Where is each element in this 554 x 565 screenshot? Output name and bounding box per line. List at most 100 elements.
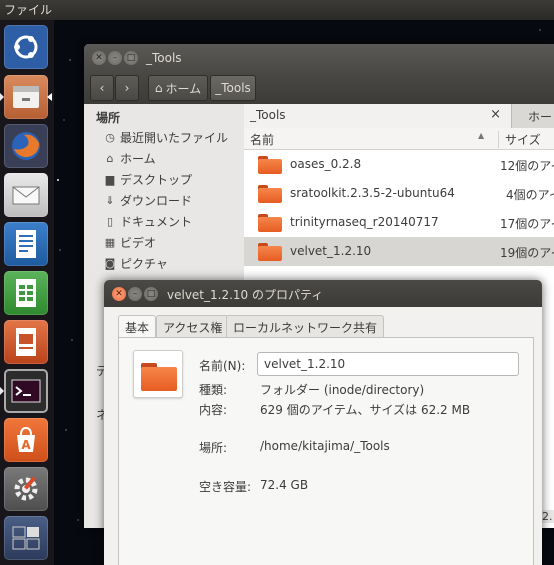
location-label: 場所:: [199, 441, 228, 455]
maximize-icon: □: [146, 288, 156, 299]
file-name: oases_0.2.8: [290, 157, 362, 171]
status-fragment: 2.: [540, 510, 554, 523]
folder-icon: [258, 156, 282, 174]
file-size: 4個のアイ: [506, 188, 554, 202]
firefox-launcher[interactable]: [4, 124, 48, 168]
sidebar-item-downloads[interactable]: ⇓ ダウンロード: [104, 190, 192, 210]
fm-maximize-button[interactable]: □: [124, 51, 138, 65]
terminal-launcher[interactable]: [4, 369, 48, 413]
close-tab-icon[interactable]: ×: [490, 107, 501, 122]
calc-launcher[interactable]: [4, 271, 48, 315]
type-label: 種類:: [199, 383, 228, 397]
app-menu-file[interactable]: ファイル: [4, 3, 52, 17]
software-center-launcher[interactable]: A: [4, 418, 48, 462]
fm-close-button[interactable]: ✕: [92, 51, 106, 65]
folder-icon: [258, 243, 282, 261]
dialog-close-button[interactable]: ✕: [112, 287, 126, 301]
sidebar-item-home[interactable]: ⌂ ホーム: [104, 148, 156, 168]
workspace-switcher-icon: [12, 526, 40, 550]
contents-label: 内容:: [199, 403, 228, 417]
name-label: 名前(N):: [199, 359, 246, 373]
file-manager-titlebar[interactable]: ✕ – □ _Tools: [84, 44, 554, 72]
file-name: velvet_1.2.10: [290, 244, 372, 258]
file-row[interactable]: sratoolkit.2.3.5-2-ubuntu64 4個のアイ: [244, 179, 554, 208]
desktop-icon: ▆: [105, 172, 115, 186]
tab-home[interactable]: ホー: [528, 108, 552, 125]
sidebar-item-label: ダウンロード: [120, 193, 193, 208]
breadcrumb-home[interactable]: ⌂ ホーム: [148, 75, 208, 101]
tab-local-network-share[interactable]: ローカルネットワーク共有: [226, 315, 385, 337]
forward-button[interactable]: ›: [115, 75, 139, 101]
sidebar-item-label: ドキュメント: [120, 214, 193, 229]
dialog-title: velvet_1.2.10 のプロパティ: [167, 288, 324, 302]
close-icon: ✕: [95, 52, 103, 63]
firefox-icon: [12, 132, 40, 160]
folder-icon: [258, 214, 282, 232]
properties-dialog: ✕ – □ velvet_1.2.10 のプロパティ 基本 アクセス権 ローカル…: [104, 280, 542, 565]
document-icon: ▯: [106, 214, 114, 228]
file-manager-toolbar: ‹ › ⌂ ホーム _Tools: [84, 72, 554, 104]
writer-icon: [16, 230, 36, 258]
svg-text:A: A: [21, 438, 31, 452]
tab-basic[interactable]: 基本: [118, 315, 157, 338]
tab-permissions[interactable]: アクセス権: [156, 315, 230, 337]
sidebar-item-label: ピクチャ: [120, 256, 168, 271]
column-name-header[interactable]: 名前: [250, 131, 274, 148]
folder-icon[interactable]: [133, 350, 183, 398]
impress-icon: [16, 328, 36, 356]
software-center-icon: A: [17, 426, 35, 452]
minimize-icon: –: [132, 288, 138, 299]
impress-launcher[interactable]: [4, 320, 48, 364]
column-header: 名前 ▲ サイズ: [244, 128, 554, 150]
dialog-titlebar[interactable]: ✕ – □ velvet_1.2.10 のプロパティ: [104, 280, 542, 307]
contents-value: 629 個のアイテム、サイズは 62.2 MB: [260, 403, 471, 417]
sidebar-item-videos[interactable]: ▦ ビデオ: [104, 232, 156, 252]
sidebar-heading: 場所: [96, 111, 121, 125]
name-input[interactable]: [257, 352, 519, 376]
dialog-maximize-button[interactable]: □: [144, 287, 158, 301]
location-value: /home/kitajima/_Tools: [260, 439, 390, 453]
tab-bar: _Tools × ホー: [244, 104, 554, 128]
dialog-minimize-button[interactable]: –: [128, 287, 142, 301]
top-panel: ファイル: [0, 0, 554, 20]
mail-launcher[interactable]: [4, 173, 48, 217]
chevron-left-icon: ‹: [99, 81, 105, 95]
sidebar-item-documents[interactable]: ▯ ドキュメント: [104, 211, 192, 231]
sidebar-item-desktop[interactable]: ▆ デスクトップ: [104, 169, 192, 189]
fm-minimize-button[interactable]: –: [108, 51, 122, 65]
home-icon: ⌂: [154, 81, 163, 95]
column-size-header[interactable]: サイズ: [498, 131, 541, 148]
free-space-label: 空き容量:: [199, 480, 252, 494]
maximize-icon: □: [126, 52, 136, 63]
file-row-selected[interactable]: velvet_1.2.10 19個のアイ: [244, 237, 554, 266]
back-button[interactable]: ‹: [90, 75, 114, 101]
window-title: _Tools: [146, 51, 182, 65]
sidebar-item-label: ビデオ: [120, 235, 157, 250]
file-size: 12個のアイ: [500, 159, 554, 173]
sidebar-item-label: 最近開いたファイル: [120, 130, 229, 145]
folder-icon: [258, 185, 282, 203]
files-icon: [13, 86, 39, 108]
dash-icon: [14, 35, 38, 59]
files-launcher[interactable]: [4, 75, 48, 119]
tab-tools[interactable]: _Tools ×: [244, 104, 512, 128]
system-settings-launcher[interactable]: [4, 467, 48, 511]
launcher-running-indicator: [0, 93, 4, 101]
file-size: 19個のアイ: [500, 246, 554, 260]
download-icon: ⇓: [105, 193, 115, 207]
dash-button[interactable]: [4, 25, 48, 69]
sidebar-item-recent[interactable]: ◷ 最近開いたファイル: [104, 127, 228, 147]
file-row[interactable]: oases_0.2.8 12個のアイ: [244, 150, 554, 179]
file-row[interactable]: trinityrnaseq_r20140717 17個のアイ: [244, 208, 554, 237]
workspace-switcher-launcher[interactable]: [4, 516, 48, 560]
type-value: フォルダー (inode/directory): [260, 383, 425, 397]
file-name: sratoolkit.2.3.5-2-ubuntu64: [290, 186, 455, 200]
breadcrumb-current[interactable]: _Tools: [210, 75, 256, 101]
video-icon: ▦: [104, 235, 116, 249]
writer-launcher[interactable]: [4, 222, 48, 266]
free-space-value: 72.4 GB: [260, 478, 309, 492]
terminal-icon: [11, 379, 41, 403]
sort-ascending-icon: ▲: [478, 131, 485, 140]
breadcrumb-home-label: ホーム: [165, 81, 202, 96]
sidebar-item-pictures[interactable]: ◙ ピクチャ: [104, 253, 168, 273]
